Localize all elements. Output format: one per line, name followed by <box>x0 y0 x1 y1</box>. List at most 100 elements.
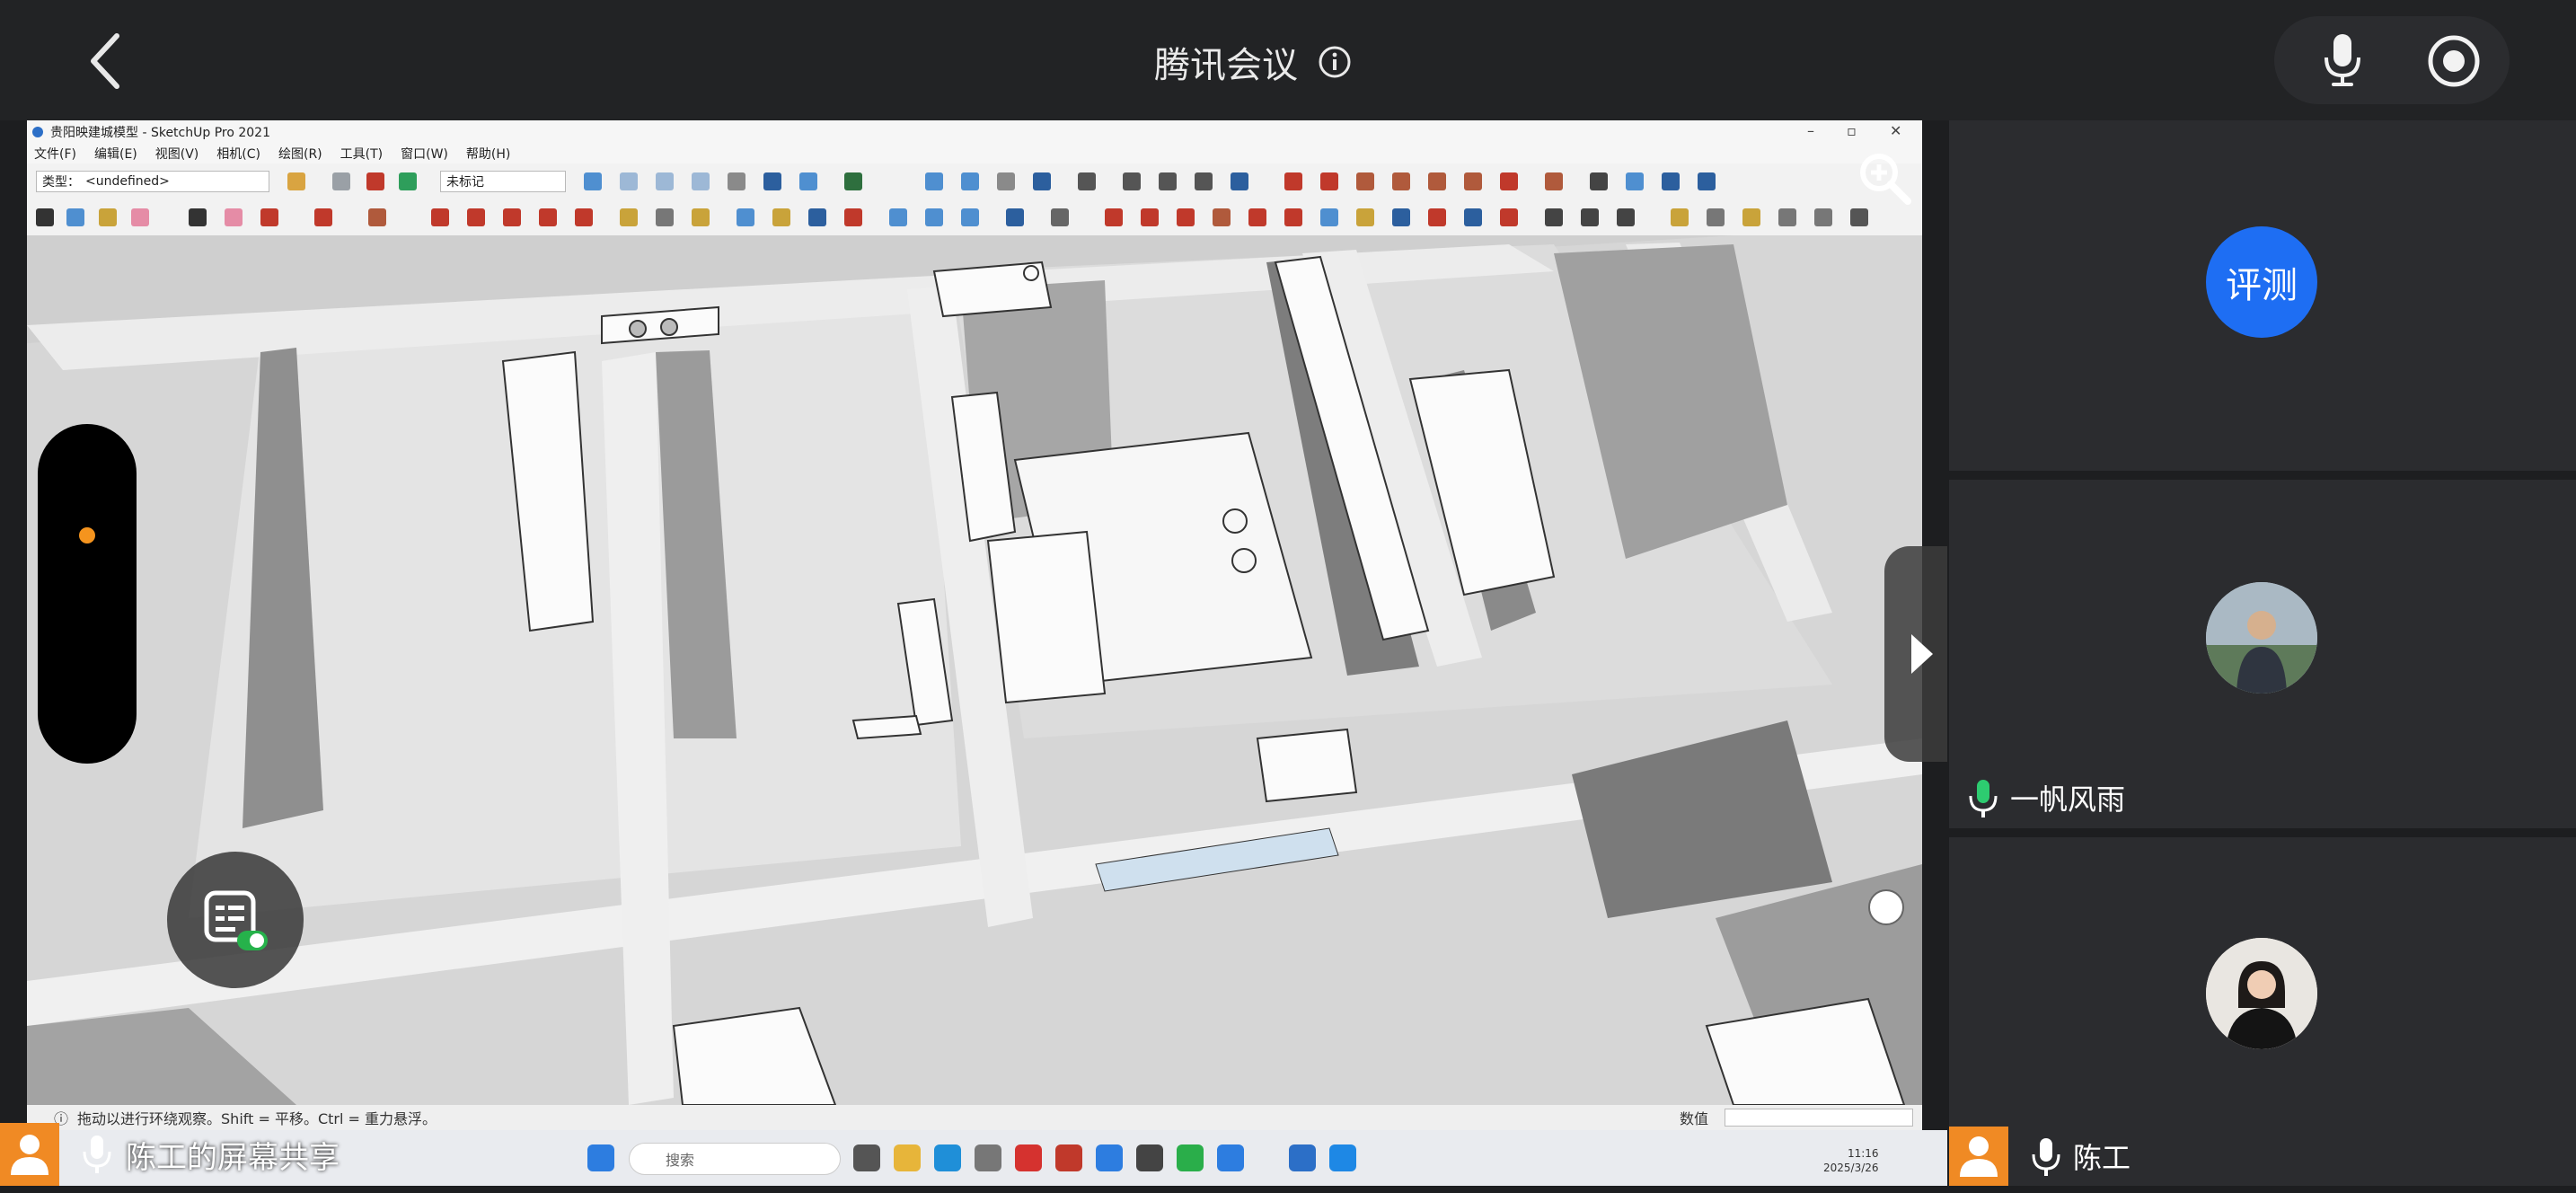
paint-bucket-icon[interactable] <box>99 208 117 226</box>
minimize-icon[interactable]: – <box>1807 122 1814 139</box>
menu-camera[interactable]: 相机(C) <box>216 145 260 163</box>
warehouse-icon[interactable] <box>844 172 862 190</box>
union-icon[interactable] <box>1159 172 1177 190</box>
menu-file[interactable]: 文件(F) <box>34 145 76 163</box>
position-camera-icon-2[interactable] <box>1545 208 1563 226</box>
menu-draw[interactable]: 绘图(R) <box>278 145 322 163</box>
scenes-icon[interactable] <box>399 172 417 190</box>
notes-icon[interactable] <box>201 886 269 954</box>
scale-tool-icon[interactable] <box>539 208 557 226</box>
acrobat-icon[interactable] <box>1055 1144 1082 1171</box>
flip-edge-icon[interactable] <box>1545 172 1563 190</box>
drape-icon[interactable] <box>1464 172 1482 190</box>
offset-tool-icon[interactable] <box>575 208 593 226</box>
task-view-icon[interactable] <box>853 1144 880 1171</box>
taskbar-search[interactable]: 搜索 <box>629 1143 841 1175</box>
style-shaded-icon[interactable] <box>799 172 817 190</box>
chevron-right-icon[interactable] <box>1906 629 1936 679</box>
section-cuts-icon[interactable] <box>961 208 979 226</box>
style-wireframe-icon[interactable] <box>763 172 781 190</box>
views-right-icon[interactable] <box>692 172 710 190</box>
axes-tool-icon[interactable] <box>692 208 710 226</box>
menu-view[interactable]: 视图(V) <box>155 145 199 163</box>
edge-icon[interactable] <box>934 1144 961 1171</box>
subtract-icon[interactable] <box>1195 172 1213 190</box>
orbit-icon-2[interactable] <box>1320 208 1338 226</box>
outer-shell-icon[interactable] <box>1078 172 1096 190</box>
tape-measure-icon[interactable] <box>620 208 638 226</box>
menu-help[interactable]: 帮助(H) <box>466 145 510 163</box>
entity-info-icon[interactable] <box>287 172 305 190</box>
pan-icon[interactable] <box>772 208 790 226</box>
undo-icon[interactable] <box>332 172 350 190</box>
style-xray-icon[interactable] <box>728 172 745 190</box>
floating-toolbar[interactable] <box>38 424 137 764</box>
position-camera-icon[interactable] <box>1590 172 1608 190</box>
geo-location-icon[interactable] <box>1698 172 1716 190</box>
protractor-icon[interactable] <box>1742 208 1760 226</box>
info-icon[interactable] <box>1318 45 1352 79</box>
menu-edit[interactable]: 编辑(E) <box>94 145 137 163</box>
rotate-tool-icon[interactable] <box>503 208 521 226</box>
views-iso-icon[interactable] <box>584 172 602 190</box>
text-icon-2[interactable] <box>1778 208 1796 226</box>
zoom-tool-icon[interactable] <box>808 208 826 226</box>
views-front-icon[interactable] <box>656 172 674 190</box>
display-section-icon[interactable] <box>925 208 943 226</box>
eraser-tool-icon[interactable] <box>225 208 243 226</box>
intersect-icon[interactable] <box>1123 172 1141 190</box>
move-tool-icon[interactable] <box>467 208 485 226</box>
axes-icon-2[interactable] <box>1814 208 1832 226</box>
follow-me-icon[interactable] <box>1213 208 1231 226</box>
back-arrow-icon[interactable] <box>70 25 142 97</box>
restore-icon[interactable]: ▫ <box>1847 122 1857 139</box>
previous-view-icon[interactable] <box>1500 208 1518 226</box>
3d-text-icon[interactable] <box>1850 208 1868 226</box>
tag-combo[interactable]: 未标记 <box>440 171 566 192</box>
zoom-window-icon[interactable] <box>1428 208 1446 226</box>
dimension-icon[interactable] <box>1707 208 1725 226</box>
eraser-icon[interactable] <box>131 208 149 226</box>
views-top-icon[interactable] <box>620 172 638 190</box>
microphone-icon[interactable] <box>2316 31 2369 90</box>
wechat-icon[interactable] <box>1177 1144 1204 1171</box>
stamp-icon[interactable] <box>1428 172 1446 190</box>
windows-start-icon[interactable] <box>587 1144 614 1171</box>
trimble-connect-icon[interactable] <box>1006 208 1024 226</box>
close-icon[interactable]: ✕ <box>1890 122 1901 139</box>
text-tool-icon[interactable] <box>656 208 674 226</box>
record-icon[interactable] <box>2425 32 2483 90</box>
zoom-extents-icon-2[interactable] <box>1464 208 1482 226</box>
zoom-extents-icon[interactable] <box>844 208 862 226</box>
menu-window[interactable]: 窗口(W) <box>401 145 448 163</box>
look-around-icon[interactable] <box>1626 172 1644 190</box>
smoove-icon[interactable] <box>1392 172 1410 190</box>
push-pull-icon[interactable] <box>431 208 449 226</box>
from-contours-icon[interactable] <box>1320 172 1338 190</box>
photos-icon[interactable] <box>1329 1144 1356 1171</box>
sketchup-taskbar-icon[interactable] <box>1289 1144 1316 1171</box>
section-fill-icon[interactable] <box>997 172 1015 190</box>
type-combo[interactable]: 类型： <undefined> <box>36 171 269 192</box>
scale-icon-2[interactable] <box>1248 208 1266 226</box>
push-pull-icon-2[interactable] <box>1141 208 1159 226</box>
tape-measure-icon-2[interactable] <box>1671 208 1689 226</box>
zoom-icon-2[interactable] <box>1392 208 1410 226</box>
add-detail-icon[interactable] <box>1500 172 1518 190</box>
select-arrow-icon[interactable] <box>189 208 207 226</box>
unreal-icon[interactable] <box>1136 1144 1163 1171</box>
walk-icon-2[interactable] <box>1617 208 1635 226</box>
move-icon-2[interactable] <box>1105 208 1123 226</box>
trim-icon[interactable] <box>1231 172 1248 190</box>
section-plane-icon[interactable] <box>925 172 943 190</box>
chrome-icon[interactable] <box>975 1144 1001 1171</box>
menu-tools[interactable]: 工具(T) <box>340 145 383 163</box>
solid-tools-icon[interactable] <box>1033 172 1051 190</box>
pan-icon-2[interactable] <box>1356 208 1374 226</box>
onedrive-icon[interactable] <box>1096 1144 1123 1171</box>
zoom-in-icon[interactable] <box>1856 149 1913 207</box>
file-explorer-icon[interactable] <box>894 1144 921 1171</box>
section-cut-icon[interactable] <box>961 172 979 190</box>
section-plane-tool-icon[interactable] <box>889 208 907 226</box>
tencent-meeting-taskbar-icon[interactable] <box>1217 1144 1244 1171</box>
